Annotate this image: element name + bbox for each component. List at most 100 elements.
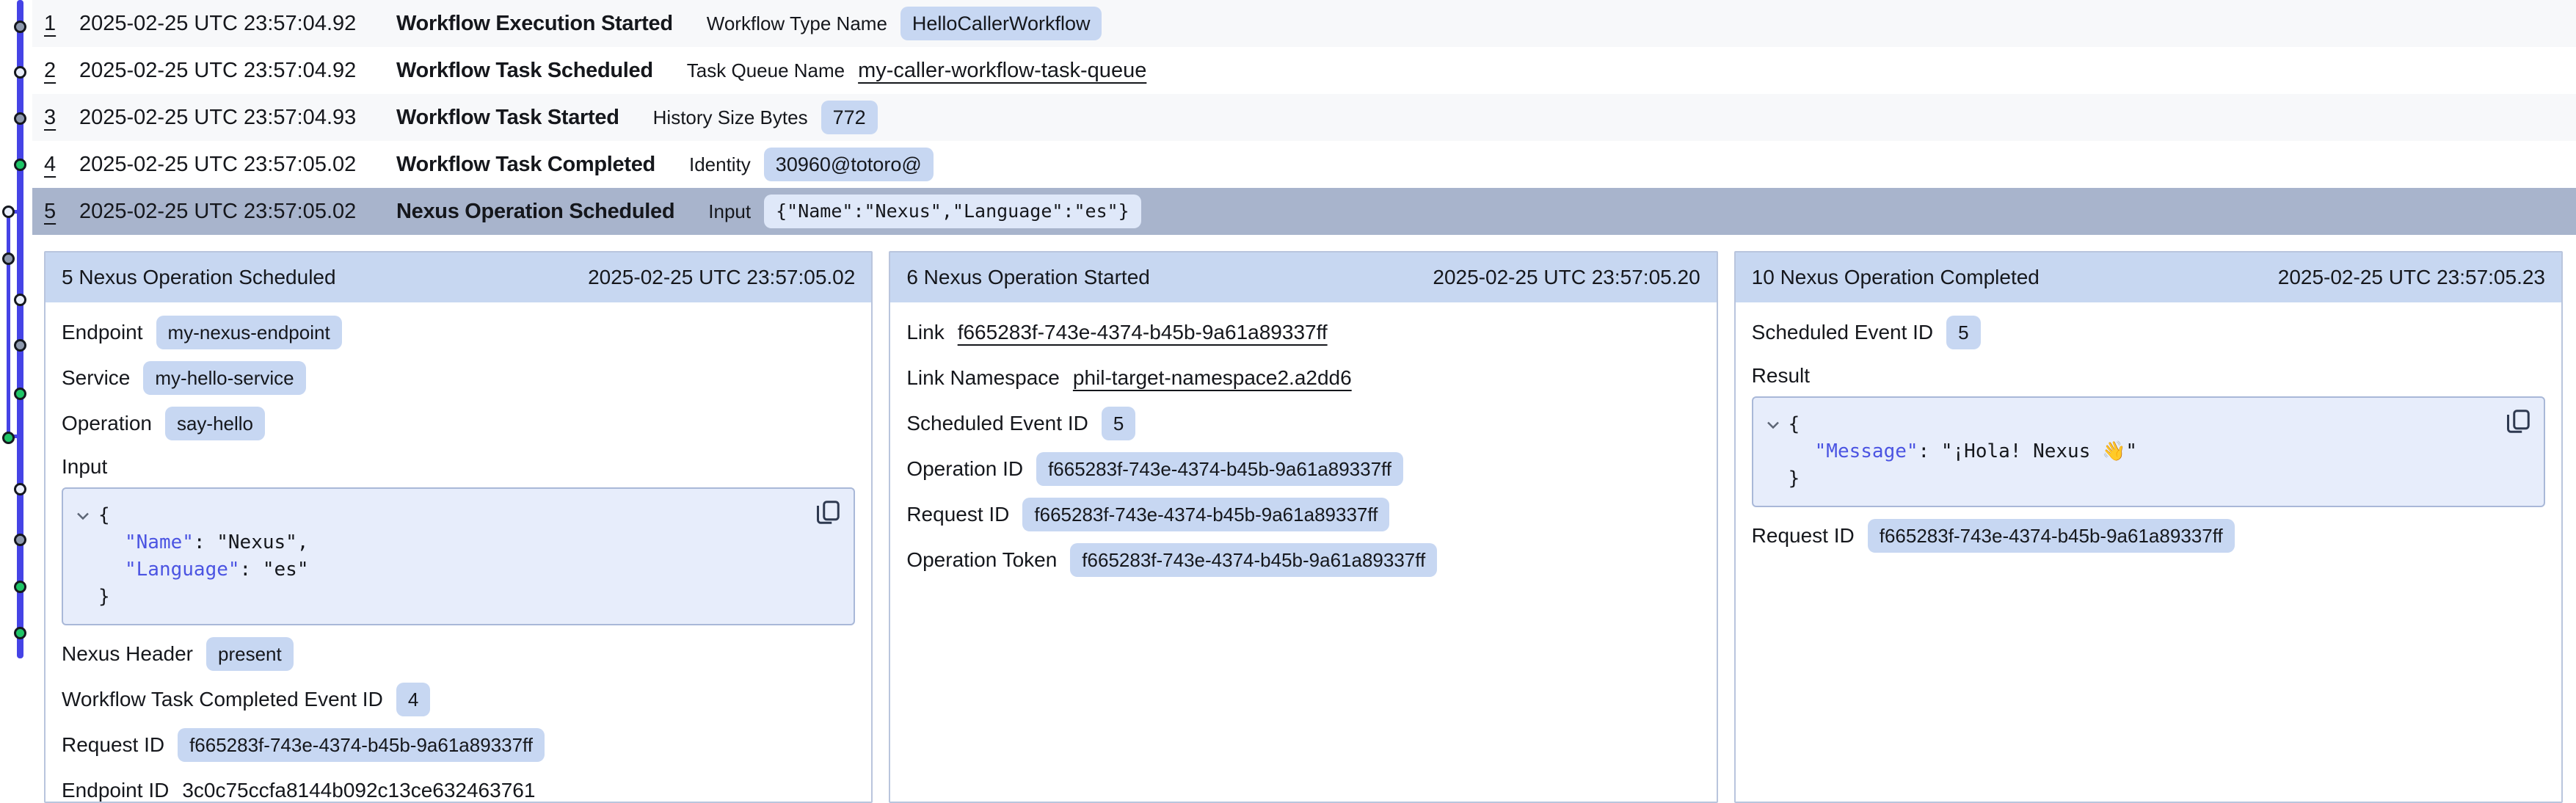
json-text: {	[1789, 411, 1800, 438]
timeline-marker-light	[14, 294, 26, 306]
event-timestamp: 2025-02-25 UTC 23:57:04.92	[79, 12, 376, 36]
event-row[interactable]: 52025-02-25 UTC 23:57:05.02Nexus Operati…	[32, 188, 2576, 235]
event-attr-label: Task Queue Name	[687, 59, 845, 82]
event-id-link[interactable]: 5	[44, 200, 70, 224]
event-attr-value-badge: HelloCallerWorkflow	[900, 7, 1102, 40]
timeline-marker-green	[2, 432, 15, 444]
detail-field: Service my-hello-service	[62, 361, 855, 395]
panel-header: 6 Nexus Operation Started 2025-02-25 UTC …	[890, 252, 1716, 302]
field-label: Operation	[62, 412, 152, 435]
field-label: Endpoint	[62, 321, 143, 344]
json-line: {	[1767, 411, 2488, 438]
event-attr-value-badge: {"Name":"Nexus","Language":"es"}	[764, 195, 1141, 228]
field-value-link[interactable]: f665283f-743e-4374-b45b-9a61a89337ff	[958, 321, 1328, 344]
event-id-link[interactable]: 1	[44, 12, 70, 36]
panel-timestamp: 2025-02-25 UTC 23:57:05.20	[1433, 266, 1700, 289]
timeline-marker-light	[2, 206, 15, 218]
timeline-marker-gray	[2, 252, 15, 265]
event-row[interactable]: 42025-02-25 UTC 23:57:05.02Workflow Task…	[32, 141, 2576, 188]
panel-body: Linkf665283f-743e-4374-b45b-9a61a89337ff…	[890, 302, 1716, 592]
workflow-history-screen: 12025-02-25 UTC 23:57:04.92Workflow Exec…	[0, 0, 2576, 803]
json-line: }	[76, 584, 798, 611]
field-label: Workflow Task Completed Event ID	[62, 688, 383, 711]
code-gutter	[1767, 465, 1789, 493]
detail-field: Request IDf665283f-743e-4374-b45b-9a61a8…	[906, 498, 1700, 531]
chevron-down-icon[interactable]	[76, 502, 98, 529]
field-label: Scheduled Event ID	[906, 412, 1088, 435]
panel-header: 10 Nexus Operation Completed2025-02-25 U…	[1736, 252, 2561, 302]
detail-field: Operation IDf665283f-743e-4374-b45b-9a61…	[906, 452, 1700, 486]
event-id-link[interactable]: 3	[44, 106, 70, 130]
detail-field: Linkf665283f-743e-4374-b45b-9a61a89337ff	[906, 316, 1700, 349]
field-label: Endpoint ID	[62, 779, 169, 802]
field-label: Result	[1752, 364, 2545, 388]
timeline	[0, 0, 35, 803]
event-id-link[interactable]: 2	[44, 59, 70, 83]
timeline-marker-green	[14, 581, 26, 593]
timeline-marker-light	[14, 66, 26, 79]
field-label: Scheduled Event ID	[1752, 321, 1934, 344]
field-value-link[interactable]: phil-target-namespace2.a2dd6	[1073, 366, 1352, 390]
panel-title: 6 Nexus Operation Started	[906, 266, 1150, 289]
copy-icon	[2505, 408, 2531, 435]
event-attr-value-badge: 30960@totoro@	[764, 148, 934, 181]
timeline-marker-gray	[14, 339, 26, 352]
copy-button[interactable]	[814, 499, 842, 527]
event-attr-label: Input	[708, 200, 751, 223]
field-value-badge: my-hello-service	[143, 361, 305, 395]
panel-timestamp: 2025-02-25 UTC 23:57:05.02	[588, 266, 855, 289]
panel-title: 5 Nexus Operation Scheduled	[62, 266, 336, 289]
json-line: {	[76, 502, 798, 529]
code-gutter	[103, 529, 125, 556]
json-text: "es"	[263, 556, 309, 584]
event-id-link[interactable]: 4	[44, 153, 70, 177]
json-text: :	[1918, 438, 1941, 465]
timeline-marker-gray	[14, 21, 26, 33]
panel-body: Scheduled Event ID 5 Result {"Message": "¡H…	[1736, 302, 2561, 567]
timeline-marker-gray	[14, 112, 26, 125]
code-gutter	[1793, 438, 1815, 465]
field-value-badge: my-nexus-endpoint	[156, 316, 342, 349]
field-value-link[interactable]: 3c0c75ccfa8144b092c13ce632463761	[182, 779, 535, 802]
field-value-badge: present	[206, 637, 294, 671]
detail-field: Scheduled Event ID 5	[1752, 316, 2545, 349]
event-attr-value-link[interactable]: my-caller-workflow-task-queue	[858, 59, 1146, 83]
json-text: }	[98, 584, 110, 611]
event-row[interactable]: 22025-02-25 UTC 23:57:04.92Workflow Task…	[32, 47, 2576, 94]
main-line	[17, 0, 23, 658]
copy-button[interactable]	[2504, 408, 2532, 436]
json-key: "Language"	[125, 556, 240, 584]
json-line: }	[1767, 465, 2488, 493]
timeline-marker-green	[14, 627, 26, 639]
field-value-badge: 4	[396, 683, 430, 716]
timeline-marker-green	[14, 388, 26, 400]
field-value-badge: f665283f-743e-4374-b45b-9a61a89337ff	[1022, 498, 1389, 531]
event-row[interactable]: 12025-02-25 UTC 23:57:04.92Workflow Exec…	[32, 0, 2576, 47]
event-timestamp: 2025-02-25 UTC 23:57:04.92	[79, 59, 376, 83]
detail-field: Link Namespace phil-target-namespace2.a2d…	[906, 361, 1700, 395]
field-value-badge: f665283f-743e-4374-b45b-9a61a89337ff	[1070, 543, 1437, 577]
panel-timestamp: 2025-02-25 UTC 23:57:05.23	[2278, 266, 2545, 289]
event-attr-label: Identity	[689, 153, 751, 176]
event-attr-value-badge: 772	[821, 101, 878, 134]
timeline-marker-gray	[14, 534, 26, 546]
field-label: Operation Token	[906, 548, 1057, 572]
field-value-badge: 5	[1946, 316, 1980, 349]
event-attr-label: Workflow Type Name	[707, 12, 887, 35]
json-text: "Nexus",	[217, 529, 308, 556]
field-label: Service	[62, 366, 130, 390]
detail-field: Operation Token f665283f-743e-4374-b45b-9…	[906, 543, 1700, 577]
event-timestamp: 2025-02-25 UTC 23:57:04.93	[79, 106, 376, 130]
event-history-rows: 12025-02-25 UTC 23:57:04.92Workflow Exec…	[32, 0, 2576, 235]
detail-field: Endpoint ID 3c0c75ccfa8144b092c13ce632463…	[62, 774, 855, 803]
chevron-down-icon[interactable]	[1767, 411, 1789, 438]
json-viewer: {"Name": "Nexus","Language": "es"}	[62, 487, 855, 625]
field-label: Link Namespace	[906, 366, 1060, 390]
event-timestamp: 2025-02-25 UTC 23:57:05.02	[79, 200, 376, 224]
json-key: "Name"	[125, 529, 194, 556]
field-value-badge: f665283f-743e-4374-b45b-9a61a89337ff	[178, 728, 545, 762]
field-value-badge: say-hello	[165, 407, 265, 440]
detail-field: Request IDf665283f-743e-4374-b45b-9a61a8…	[62, 728, 855, 762]
json-line: "Message": "¡Hola! Nexus 👋"	[1767, 438, 2488, 465]
event-row[interactable]: 32025-02-25 UTC 23:57:04.93Workflow Task…	[32, 94, 2576, 141]
